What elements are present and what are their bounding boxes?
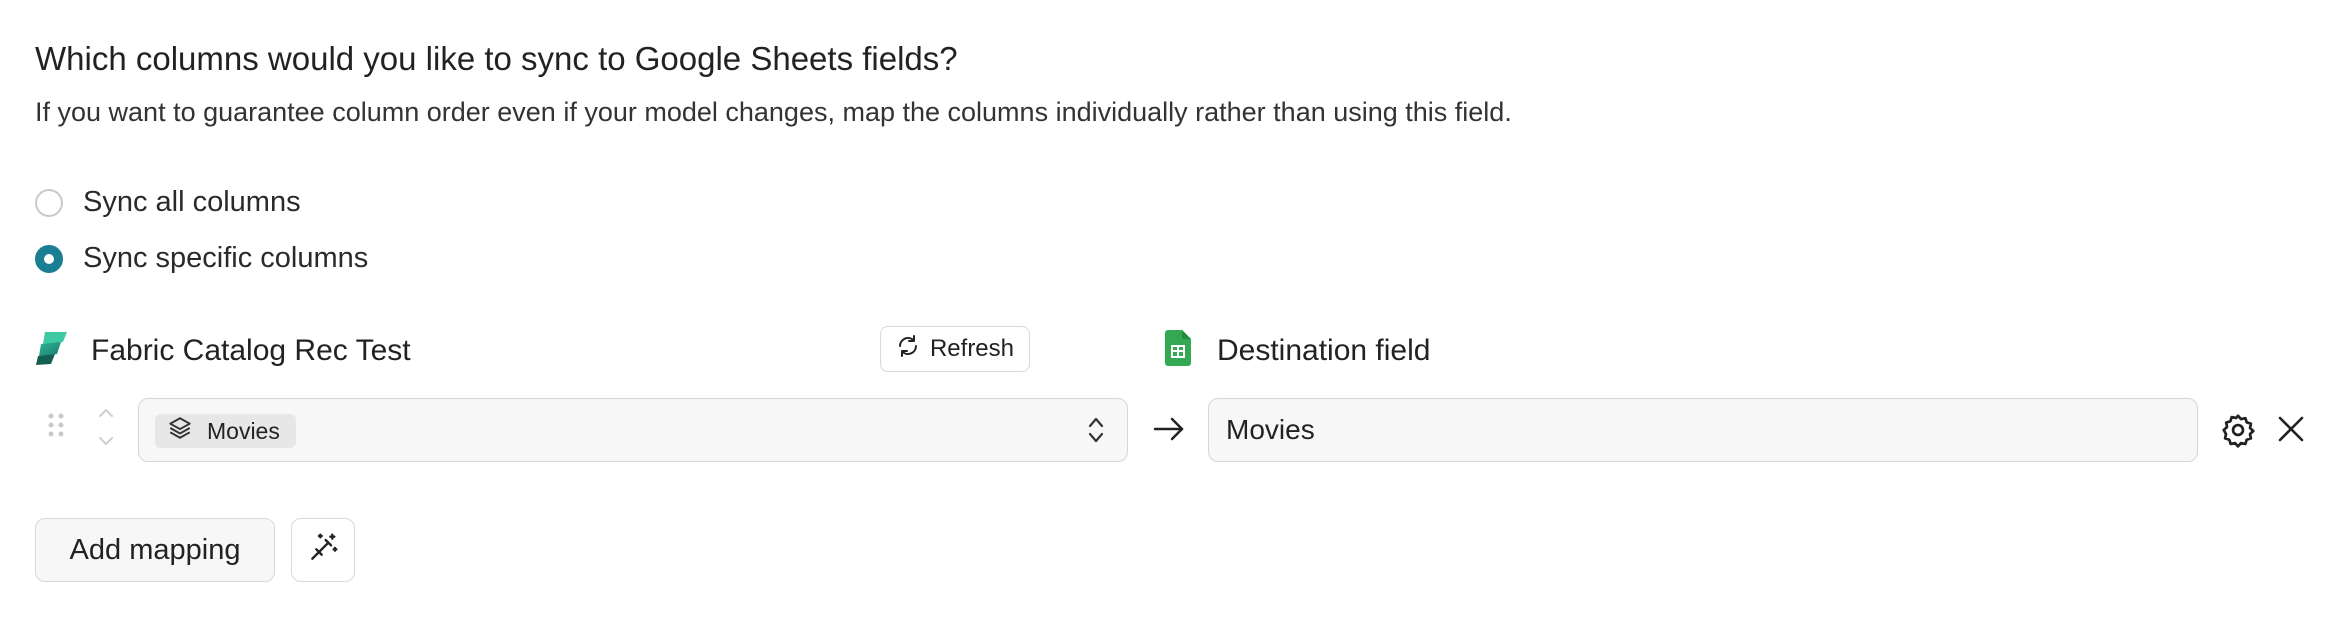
arrow-right-icon [1152, 414, 1186, 449]
reorder-controls [95, 400, 117, 456]
drag-handle-icon[interactable] [48, 413, 64, 448]
refresh-button[interactable]: Refresh [880, 326, 1030, 372]
google-sheets-icon [1165, 330, 1191, 371]
close-icon[interactable] [2276, 414, 2306, 449]
source-column-select[interactable]: Movies [138, 398, 1128, 462]
destination-field-input[interactable] [1208, 398, 2198, 462]
source-column-value: Movies [207, 417, 280, 444]
column-mapping-panel: Which columns would you like to sync to … [0, 0, 2350, 624]
refresh-label: Refresh [929, 335, 1015, 362]
chevron-up-down-icon [1087, 415, 1105, 450]
chevron-up-icon [98, 405, 114, 423]
fabric-logo-icon [35, 330, 69, 371]
move-down-button[interactable] [95, 428, 117, 456]
destination-header: Destination field [1165, 330, 1430, 371]
sync-all-label: Sync all columns [83, 186, 301, 218]
sync-specific-radio[interactable] [35, 244, 63, 273]
source-column-chip: Movies [155, 414, 296, 448]
move-up-button[interactable] [95, 400, 117, 428]
source-header: Fabric Catalog Rec Test [35, 330, 411, 371]
sync-all-radio[interactable] [35, 188, 63, 217]
gear-icon[interactable] [2220, 412, 2256, 453]
sync-specific-option[interactable]: Sync specific columns [35, 242, 368, 275]
magic-wand-icon [307, 532, 339, 569]
destination-title: Destination field [1217, 333, 1431, 367]
add-mapping-button[interactable]: Add mapping [35, 518, 275, 582]
section-description: If you want to guarantee column order ev… [35, 97, 1512, 127]
layers-icon [167, 415, 193, 447]
magic-wand-button[interactable] [291, 518, 355, 582]
source-title: Fabric Catalog Rec Test [91, 333, 411, 367]
sync-all-option[interactable]: Sync all columns [35, 186, 301, 219]
section-title: Which columns would you like to sync to … [35, 40, 958, 77]
sync-specific-label: Sync specific columns [83, 242, 369, 274]
refresh-icon [896, 334, 920, 365]
chevron-down-icon [98, 433, 114, 451]
